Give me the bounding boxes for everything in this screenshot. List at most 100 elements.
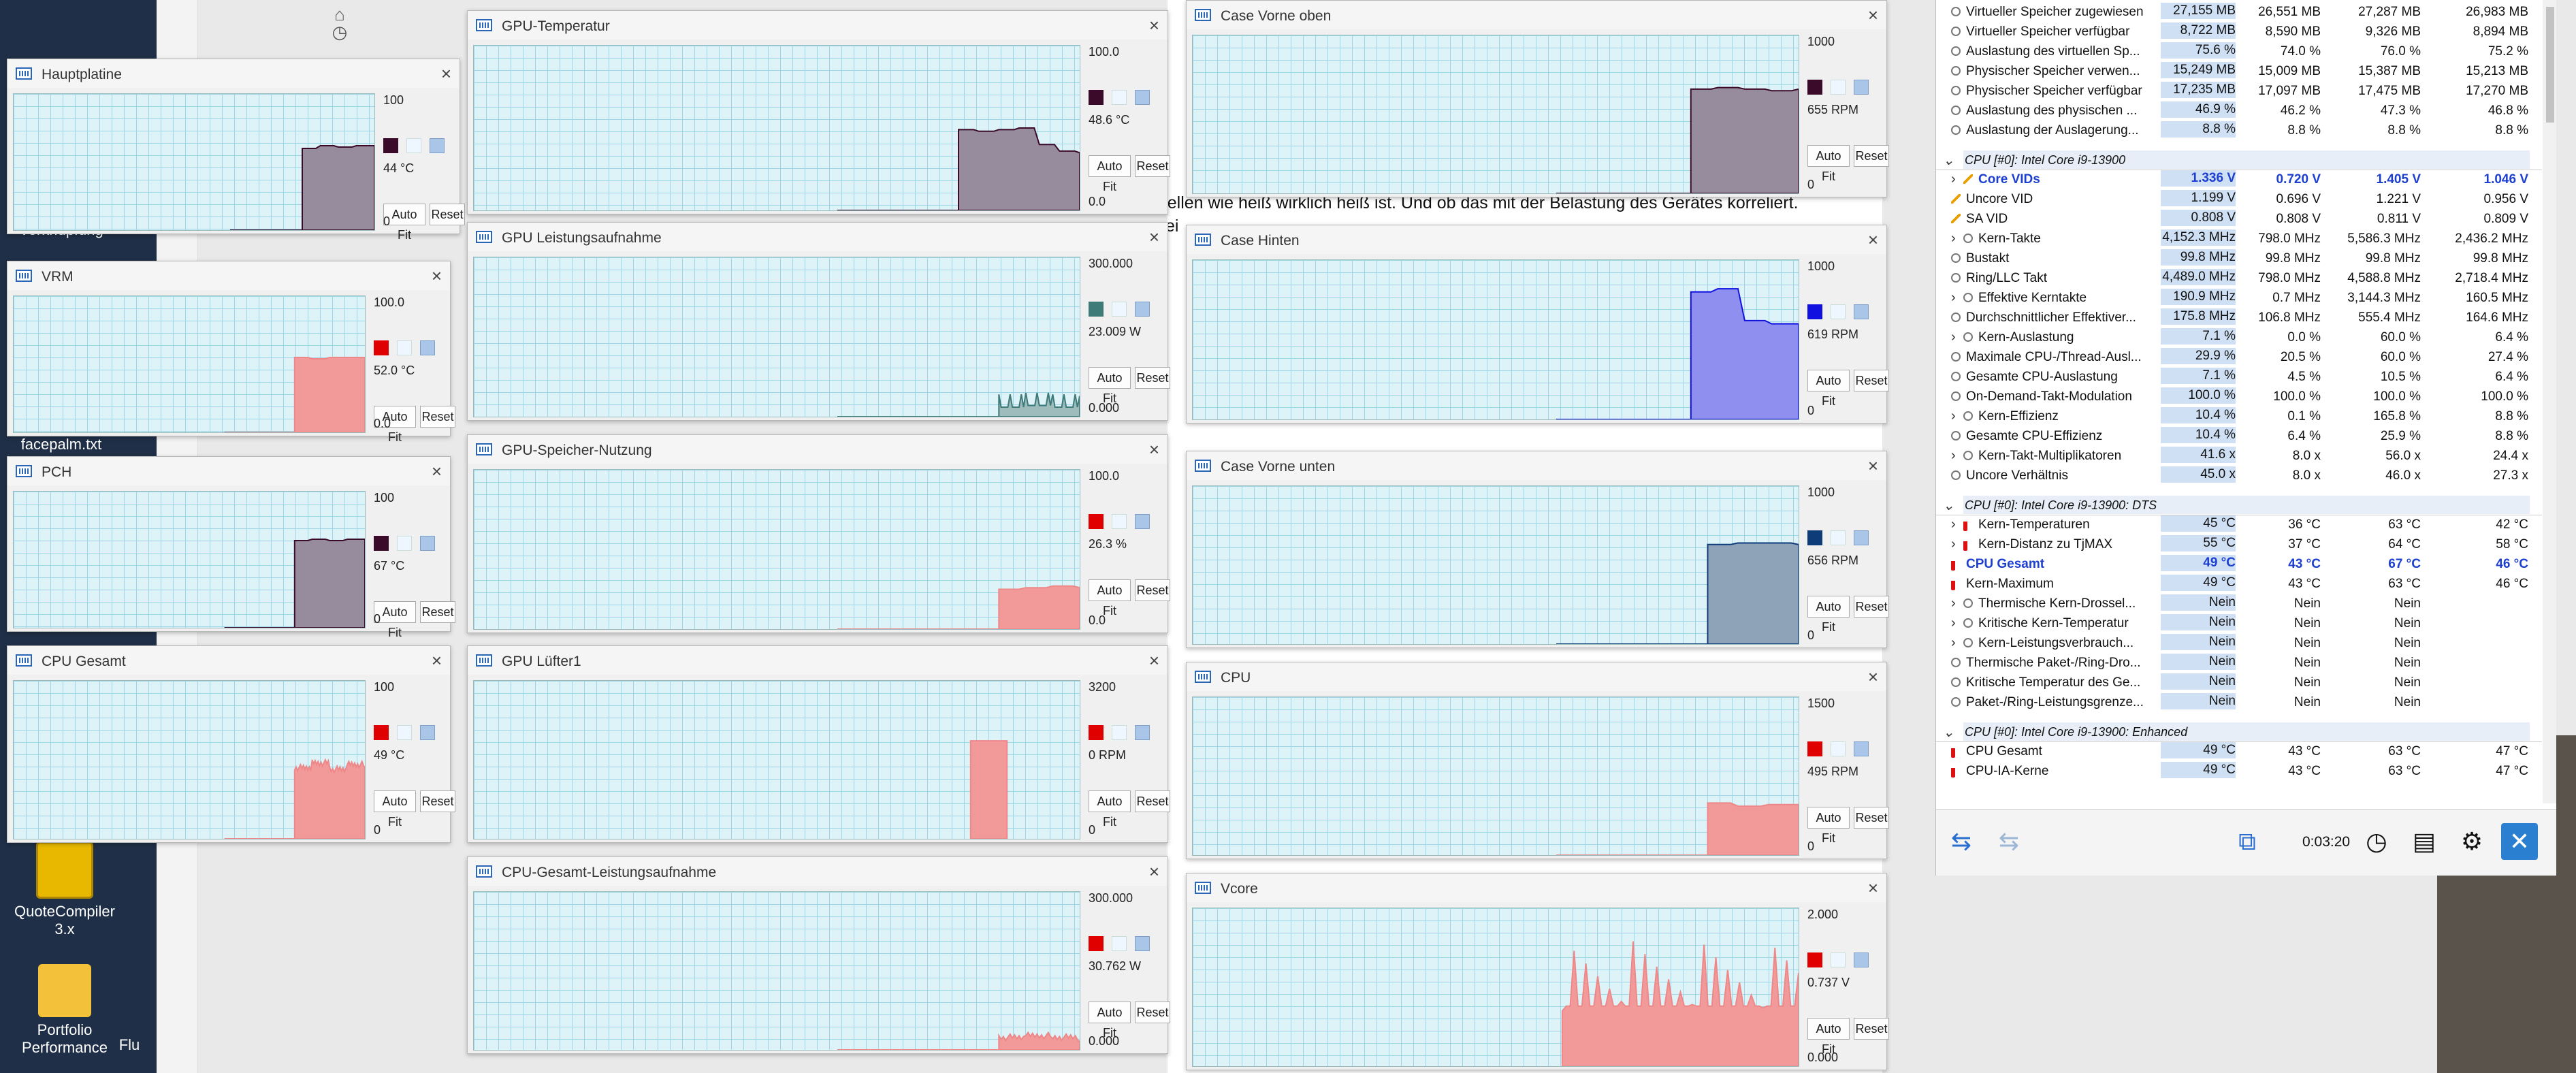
style-swatch[interactable] <box>1854 80 1869 95</box>
sensor-row[interactable]: Uncore Verhältnis 45.0 x 8.0 x 46.0 x 27… <box>1936 466 2542 486</box>
series-color-swatch[interactable] <box>1807 304 1822 319</box>
collapse-chevron-icon[interactable]: ⌄ <box>1943 497 1954 514</box>
sensor-row[interactable]: › Kritische Kern-Temperatur Nein Nein Ne… <box>1936 614 2542 634</box>
fill-swatch[interactable] <box>1831 530 1846 545</box>
expand-chevron-icon[interactable]: › <box>1951 536 1956 552</box>
series-color-swatch[interactable] <box>1089 936 1104 951</box>
fill-swatch[interactable] <box>1112 514 1127 529</box>
navigate-arrows-icon[interactable]: ⇆ <box>1943 823 1980 860</box>
style-swatch[interactable] <box>1854 741 1869 756</box>
close-icon[interactable]: × <box>1149 15 1159 36</box>
series-color-swatch[interactable] <box>1089 90 1104 105</box>
sensor-row[interactable]: Thermische Paket-/Ring-Dro... Nein Nein … <box>1936 654 2542 673</box>
close-icon[interactable]: × <box>1868 667 1878 688</box>
expand-chevron-icon[interactable]: › <box>1951 409 1956 424</box>
fill-swatch[interactable] <box>1831 80 1846 95</box>
reset-button[interactable]: Reset <box>420 601 455 623</box>
reset-button[interactable]: Reset <box>1135 1002 1170 1023</box>
sensor-row[interactable]: Physischer Speicher verfügbar 17,235 MB … <box>1936 82 2542 101</box>
sensor-row[interactable]: CPU Gesamt 49 °C 43 °C 67 °C 46 °C <box>1936 555 2542 575</box>
reset-button[interactable]: Reset <box>1135 579 1170 601</box>
sensor-row[interactable]: Maximale CPU-/Thread-Ausl... 29.9 % 20.5… <box>1936 348 2542 368</box>
desktop-icon-partial[interactable]: Flu <box>102 1036 157 1054</box>
sensor-row[interactable]: › Core VIDs 1.336 V 0.720 V 1.405 V 1.04… <box>1936 170 2542 190</box>
sensor-graph-window[interactable]: GPU Leistungsaufnahme × 300.000 23.009 W… <box>467 222 1170 421</box>
sensor-row[interactable]: › Thermische Kern-Drossel... Nein Nein N… <box>1936 594 2542 614</box>
expand-chevron-icon[interactable]: › <box>1951 517 1956 532</box>
series-color-swatch[interactable] <box>1089 302 1104 317</box>
style-swatch[interactable] <box>1135 514 1150 529</box>
sensor-row[interactable]: › Effektive Kerntakte 190.9 MHz 0.7 MHz … <box>1936 289 2542 308</box>
sensor-row[interactable]: Paket-/Ring-Leistungsgrenze... Nein Nein… <box>1936 693 2542 713</box>
graph-titlebar[interactable]: CPU-Gesamt-Leistungsaufnahme × <box>468 857 1168 886</box>
close-icon[interactable]: × <box>432 266 442 287</box>
series-color-swatch[interactable] <box>1807 80 1822 95</box>
fill-swatch[interactable] <box>1112 302 1127 317</box>
gear-icon[interactable]: ⚙ <box>2453 823 2490 860</box>
reset-button[interactable]: Reset <box>1135 155 1170 177</box>
graph-titlebar[interactable]: GPU-Speicher-Nutzung × <box>468 435 1168 464</box>
close-icon[interactable]: × <box>441 63 451 84</box>
sensor-row[interactable]: › Kern-Effizienz 10.4 % 0.1 % 165.8 % 8.… <box>1936 407 2542 427</box>
graph-titlebar[interactable]: VRM × <box>7 261 450 290</box>
auto-fit-button[interactable]: Auto Fit <box>1089 367 1131 405</box>
expand-chevron-icon[interactable]: › <box>1951 231 1956 246</box>
fill-swatch[interactable] <box>397 536 412 551</box>
expand-chevron-icon[interactable]: › <box>1951 635 1956 651</box>
graph-titlebar[interactable]: CPU × <box>1187 662 1886 691</box>
expand-chevron-icon[interactable]: › <box>1951 448 1956 464</box>
expand-chevron-icon[interactable]: › <box>1951 290 1956 306</box>
close-icon[interactable]: × <box>1149 861 1159 882</box>
reset-button[interactable]: Reset <box>1135 367 1170 389</box>
series-color-swatch[interactable] <box>1807 741 1822 756</box>
report-icon[interactable]: ▤ <box>2406 823 2443 860</box>
series-color-swatch[interactable] <box>1807 530 1822 545</box>
style-swatch[interactable] <box>420 536 435 551</box>
series-color-swatch[interactable] <box>374 725 389 740</box>
sensor-row[interactable]: Bustakt 99.8 MHz 99.8 MHz 99.8 MHz 99.8 … <box>1936 249 2542 269</box>
style-swatch[interactable] <box>430 138 445 153</box>
auto-fit-button[interactable]: Auto Fit <box>1807 1018 1850 1056</box>
auto-fit-button[interactable]: Auto Fit <box>1807 370 1850 408</box>
sensor-row[interactable]: Gesamte CPU-Auslastung 7.1 % 4.5 % 10.5 … <box>1936 368 2542 387</box>
sensor-row[interactable]: › Kern-Leistungsverbrauch... Nein Nein N… <box>1936 634 2542 654</box>
clock-icon[interactable]: ◷ <box>2358 823 2395 860</box>
close-icon[interactable]: ✕ <box>2501 823 2538 860</box>
sensor-row[interactable]: Virtueller Speicher verfügbar 8,722 MB 8… <box>1936 22 2542 42</box>
sensor-graph-window[interactable]: CPU Gesamt × 100 49 °C Auto Fit Reset 0 <box>7 645 455 843</box>
sensor-graph-window[interactable]: Hauptplatine × 100 44 °C Auto Fit Reset … <box>7 59 465 242</box>
series-color-swatch[interactable] <box>374 536 389 551</box>
fill-swatch[interactable] <box>1831 304 1846 319</box>
sensor-row[interactable]: SA VID 0.808 V 0.808 V 0.811 V 0.809 V <box>1936 210 2542 229</box>
sensor-row[interactable]: › Kern-Temperaturen 45 °C 36 °C 63 °C 42… <box>1936 515 2542 535</box>
sensor-row[interactable]: Uncore VID 1.199 V 0.696 V 1.221 V 0.956… <box>1936 190 2542 210</box>
sensor-graph-window[interactable]: Case Hinten × 1000 619 RPM Auto Fit Rese… <box>1186 225 1889 423</box>
sensor-section-header[interactable]: ⌄ CPU [#0]: Intel Core i9-13900: DTS <box>1936 496 2542 515</box>
reset-button[interactable]: Reset <box>1854 807 1889 829</box>
close-icon[interactable]: × <box>1149 227 1159 248</box>
fill-swatch[interactable] <box>397 340 412 355</box>
auto-fit-button[interactable]: Auto Fit <box>1807 807 1850 845</box>
sensor-row[interactable]: Auslastung der Auslagerung... 8.8 % 8.8 … <box>1936 121 2542 141</box>
auto-fit-button[interactable]: Auto Fit <box>1089 790 1131 829</box>
collapse-chevron-icon[interactable]: ⌄ <box>1943 152 1954 169</box>
style-swatch[interactable] <box>420 340 435 355</box>
sensor-row[interactable]: › Kern-Takt-Multiplikatoren 41.6 x 8.0 x… <box>1936 447 2542 466</box>
sensor-row[interactable]: › Kern-Distanz zu TjMAX 55 °C 37 °C 64 °… <box>1936 535 2542 555</box>
close-icon[interactable]: × <box>1868 229 1878 251</box>
graph-titlebar[interactable]: Case Vorne unten × <box>1187 451 1886 480</box>
fill-swatch[interactable] <box>1112 725 1127 740</box>
sensor-graph-window[interactable]: GPU-Temperatur × 100.0 48.6 °C Auto Fit … <box>467 10 1170 214</box>
sensor-row[interactable]: Auslastung des physischen ... 46.9 % 46.… <box>1936 101 2542 121</box>
sensor-graph-window[interactable]: CPU-Gesamt-Leistungsaufnahme × 300.000 3… <box>467 856 1170 1054</box>
sensor-graph-window[interactable]: Case Vorne unten × 1000 656 RPM Auto Fit… <box>1186 451 1889 648</box>
series-color-swatch[interactable] <box>1089 514 1104 529</box>
reset-button[interactable]: Reset <box>1854 145 1889 167</box>
sensor-graph-window[interactable]: GPU-Speicher-Nutzung × 100.0 26.3 % Auto… <box>467 434 1170 633</box>
sensor-graph-window[interactable]: Vcore × 2.000 0.737 V Auto Fit Reset 0.0… <box>1186 873 1889 1070</box>
expand-chevron-icon[interactable]: › <box>1951 596 1956 611</box>
sensor-graph-window[interactable]: CPU × 1500 495 RPM Auto Fit Reset 0 <box>1186 662 1889 859</box>
graph-titlebar[interactable]: Case Hinten × <box>1187 225 1886 254</box>
style-swatch[interactable] <box>420 725 435 740</box>
close-icon[interactable]: × <box>432 461 442 482</box>
